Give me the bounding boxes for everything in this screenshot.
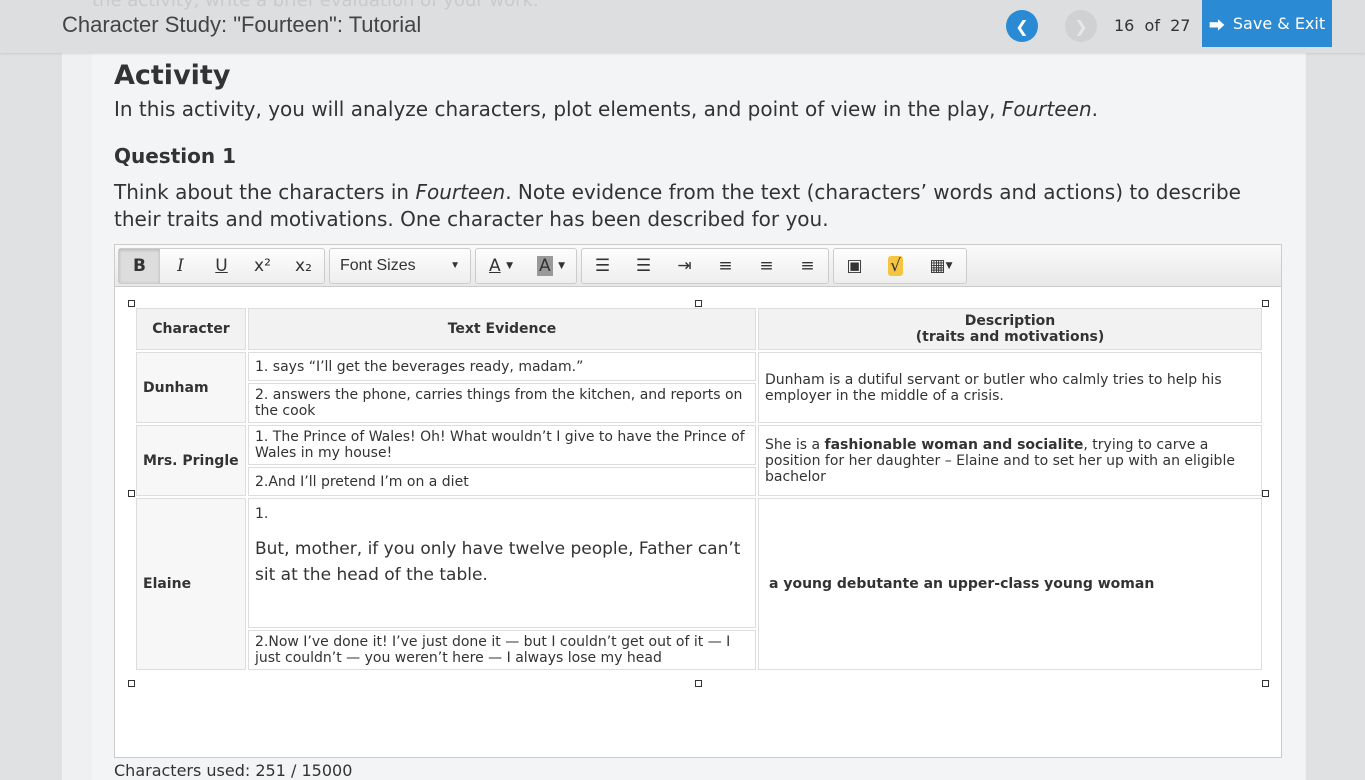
header-character: Character <box>136 308 246 350</box>
intro-text: In this activity, you will analyze chara… <box>114 97 1002 121</box>
header-description: Description (traits and motivations) <box>758 308 1262 350</box>
description-cell[interactable]: a young debutante an upper-class young w… <box>758 498 1262 670</box>
table-row: Mrs. Pringle 1. The Prince of Wales! Oh!… <box>136 425 1262 496</box>
evidence-number: 1. <box>255 506 269 522</box>
font-sizes-label: Font Sizes <box>340 256 416 274</box>
insert-image-button[interactable]: ▣ <box>834 249 875 283</box>
save-exit-label: Save & Exit <box>1232 14 1326 33</box>
table-button[interactable]: ▦ ▼ <box>916 249 966 283</box>
header-description-line2: (traits and motivations) <box>915 329 1105 345</box>
evidence-cell[interactable]: 1. says “I’ll get the beverages ready, m… <box>248 352 756 381</box>
intro-play-title: Fourteen <box>1001 97 1092 121</box>
superscript-button[interactable]: x² <box>242 249 283 283</box>
question-heading: Question 1 <box>114 144 236 168</box>
rich-text-editor[interactable]: B I U x² x₂ Font Sizes ▼ A ▼ A ▼ ☰ ☰ ⇥ ≡ … <box>114 244 1282 758</box>
align-left-icon: ≡ <box>718 255 733 276</box>
background-color-button[interactable]: A ▼ <box>526 249 576 283</box>
evidence-cell[interactable]: 1. The Prince of Wales! Oh! What wouldn’… <box>248 425 756 465</box>
page-counter: 16 of 27 <box>1114 16 1190 35</box>
next-button[interactable]: ❯ <box>1065 10 1097 42</box>
q-play-title: Fourteen <box>415 180 506 204</box>
evidence-cell[interactable]: 1. But, mother, if you only have twelve p… <box>248 498 756 628</box>
evidence-cell[interactable]: 2. answers the phone, carries things fro… <box>248 383 756 423</box>
indent-button[interactable]: ⇥ <box>664 249 705 283</box>
chevron-left-icon: ❮ <box>1015 16 1029 36</box>
caret-down-icon: ▼ <box>558 260 565 271</box>
question-text: Think about the characters in Fourteen. … <box>114 179 1289 233</box>
chevron-right-icon: ❯ <box>1074 16 1088 36</box>
bold-button[interactable]: B <box>119 248 160 283</box>
page-of: of <box>1144 16 1160 35</box>
save-exit-button[interactable]: ⮕ Save & Exit <box>1202 0 1332 47</box>
font-sizes-dropdown[interactable]: Font Sizes ▼ <box>330 249 470 283</box>
table-row: Elaine 1. But, mother, if you only have t… <box>136 498 1262 670</box>
q-text-pre: Think about the characters in <box>114 180 416 204</box>
numbered-list-icon: ☰ <box>635 255 652 276</box>
evidence-cell[interactable]: 2.Now I’ve done it! I’ve just done it — … <box>248 630 756 670</box>
character-cell[interactable]: Elaine <box>136 498 246 670</box>
table-row: Dunham 1. says “I’ll get the beverages r… <box>136 352 1262 423</box>
header-description-line1: Description <box>964 313 1056 329</box>
align-right-button[interactable]: ≡ <box>787 249 828 283</box>
resize-handle[interactable] <box>1262 680 1269 687</box>
bullet-list-button[interactable]: ☰ <box>582 249 623 283</box>
evidence-quote: But, mother, if you only have twelve peo… <box>255 539 741 585</box>
previous-button[interactable]: ❮ <box>1006 10 1038 42</box>
character-table[interactable]: Character Text Evidence Description (trai… <box>134 306 1264 672</box>
caret-down-icon: ▼ <box>506 260 513 271</box>
header-evidence: Text Evidence <box>248 308 756 350</box>
scrolled-text: the activity, write a brief evaluation o… <box>92 0 539 11</box>
desc-bold: fashionable woman and socialite <box>824 436 1084 453</box>
activity-intro: In this activity, you will analyze chara… <box>114 97 1098 121</box>
character-cell[interactable]: Dunham <box>136 352 246 423</box>
resize-handle[interactable] <box>695 680 702 687</box>
underline-button[interactable]: U <box>201 249 242 283</box>
bg-color-icon: A <box>537 255 553 276</box>
indent-icon: ⇥ <box>677 255 692 276</box>
page-total: 27 <box>1170 16 1191 35</box>
intro-end: . <box>1091 97 1098 121</box>
image-icon: ▣ <box>846 255 863 276</box>
resize-handle[interactable] <box>128 680 135 687</box>
align-right-icon: ≡ <box>800 255 815 276</box>
top-bar: the activity, write a brief evaluation o… <box>0 0 1365 53</box>
caret-down-icon: ▼ <box>945 260 953 271</box>
bullet-list-icon: ☰ <box>594 255 611 276</box>
font-color-icon: A <box>489 255 501 276</box>
numbered-list-button[interactable]: ☰ <box>623 249 664 283</box>
character-count: Characters used: 251 / 15000 <box>114 761 353 780</box>
equation-button[interactable]: √ <box>875 249 916 283</box>
description-cell[interactable]: Dunham is a dutiful servant or butler wh… <box>758 352 1262 423</box>
caret-down-icon: ▼ <box>450 260 460 271</box>
exit-icon: ⮕ <box>1208 15 1225 35</box>
align-center-button[interactable]: ≡ <box>746 249 787 283</box>
evidence-cell[interactable]: 2.And I’ll pretend I’m on a diet <box>248 467 756 496</box>
font-color-button[interactable]: A ▼ <box>476 249 526 283</box>
desc-text: She is a <box>765 436 825 453</box>
table-icon: ▦ <box>929 255 946 276</box>
align-left-button[interactable]: ≡ <box>705 249 746 283</box>
italic-button[interactable]: I <box>160 249 201 283</box>
square-root-icon: √ <box>888 255 903 276</box>
editor-toolbar: B I U x² x₂ Font Sizes ▼ A ▼ A ▼ ☰ ☰ ⇥ ≡ … <box>115 245 1281 287</box>
lesson-title: Character Study: "Fourteen": Tutorial <box>62 12 422 37</box>
page-current: 16 <box>1114 16 1135 35</box>
character-cell[interactable]: Mrs. Pringle <box>136 425 246 496</box>
description-cell[interactable]: She is a fashionable woman and socialite… <box>758 425 1262 496</box>
activity-heading: Activity <box>114 60 231 91</box>
subscript-button[interactable]: x₂ <box>283 249 324 283</box>
table-header-row: Character Text Evidence Description (trai… <box>136 308 1262 350</box>
align-center-icon: ≡ <box>759 255 774 276</box>
